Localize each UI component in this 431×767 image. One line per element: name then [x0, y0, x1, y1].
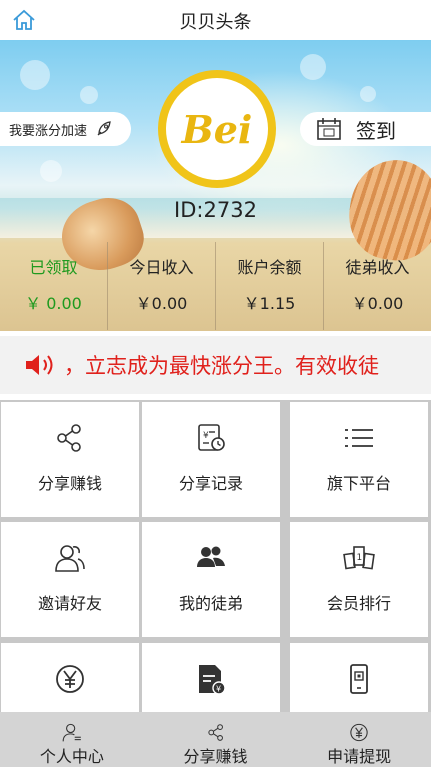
stat-value: ￥0.00	[351, 294, 404, 313]
stat-value: ￥ 0.00	[25, 294, 82, 313]
stat-label: 今日收入	[129, 258, 194, 277]
top-bar: 贝贝头条	[0, 0, 431, 40]
bokeh	[20, 60, 50, 90]
stat-label: 账户余额	[237, 258, 302, 277]
bill-icon: ¥	[199, 665, 226, 695]
menu-share-earn[interactable]: 分享赚钱	[1, 402, 139, 517]
yen-icon	[56, 665, 84, 693]
app-logo: Bei	[158, 70, 276, 188]
tab-personal-center[interactable]: 个人中心	[0, 712, 144, 767]
menu-label: 分享记录	[178, 474, 243, 493]
menu-label: 分享赚钱	[37, 474, 102, 493]
invite-icon	[55, 545, 85, 572]
calendar-icon	[317, 118, 341, 140]
record-icon: ¥	[198, 424, 225, 451]
rocket-icon	[97, 121, 111, 136]
stat-disciple-income[interactable]: 徒弟收入 ￥0.00	[324, 242, 431, 330]
menu-label: 邀请好友	[37, 594, 102, 613]
share-icon	[57, 424, 81, 452]
menu-platforms[interactable]: 旗下平台	[290, 402, 428, 517]
list-icon	[345, 429, 373, 447]
page-title: 贝贝头条	[179, 12, 252, 33]
checkin-label: 签到	[356, 118, 396, 143]
phone-qr-icon	[350, 664, 368, 694]
menu-item-9[interactable]	[290, 643, 428, 712]
announcement-bar[interactable]: ，立志成为最快涨分王。有效收徒	[0, 336, 431, 394]
stat-label: 已领取	[29, 258, 78, 277]
accelerate-label: 我要涨分加速	[9, 123, 88, 139]
tab-share-earn[interactable]: 分享赚钱	[144, 712, 288, 767]
announcement-text: ，立志成为最快涨分王。有效收徒	[64, 354, 379, 378]
menu-grid: 分享赚钱 ¥ 分享记录 旗下平台 邀请好友 我的徒弟 1 会员排行 ¥	[0, 400, 431, 712]
menu-my-disciples[interactable]: 我的徒弟	[142, 522, 280, 637]
share-icon	[207, 724, 223, 741]
menu-label: 旗下平台	[326, 474, 391, 493]
checkin-button[interactable]: 签到	[300, 112, 431, 146]
logo-text: Bei	[181, 106, 253, 152]
bokeh	[360, 86, 376, 102]
svg-text:¥: ¥	[216, 685, 221, 694]
tab-label: 申请提现	[327, 747, 392, 766]
tab-label: 分享赚钱	[183, 747, 248, 766]
user-icon	[62, 723, 81, 742]
menu-member-ranking[interactable]: 1 会员排行	[290, 522, 428, 637]
menu-share-record[interactable]: ¥ 分享记录	[142, 402, 280, 517]
stats-row: 已领取 ￥ 0.00 今日收入 ￥0.00 账户余额 ￥1.15 徒弟收入 ￥0…	[0, 242, 431, 330]
disciples-icon	[197, 546, 225, 567]
withdraw-icon	[350, 723, 368, 742]
stat-today-income[interactable]: 今日收入 ￥0.00	[108, 242, 216, 330]
tab-label: 个人中心	[39, 747, 104, 766]
hero-banner: 我要涨分加速 Bei 签到 ID:2732 已领取 ￥ 0.00 今日收入 ￥0…	[0, 40, 431, 331]
svg-text:1: 1	[357, 553, 363, 563]
stat-claimed[interactable]: 已领取 ￥ 0.00	[0, 242, 108, 330]
menu-invite-friends[interactable]: 邀请好友	[1, 522, 139, 637]
stat-balance[interactable]: 账户余额 ￥1.15	[216, 242, 324, 330]
svg-text:¥: ¥	[203, 431, 209, 441]
menu-item-8[interactable]: ¥	[142, 643, 280, 712]
menu-item-7[interactable]	[1, 643, 139, 712]
stat-value: ￥0.00	[135, 294, 188, 313]
menu-label: 会员排行	[326, 594, 391, 613]
tab-withdraw[interactable]: 申请提现	[287, 712, 431, 767]
bottom-tab-bar: 个人中心 分享赚钱 申请提现	[0, 712, 431, 767]
bokeh	[40, 160, 62, 182]
accelerate-button[interactable]: 我要涨分加速	[0, 112, 131, 146]
stat-value: ￥1.15	[243, 294, 296, 313]
ranking-icon: 1	[343, 546, 375, 570]
speaker-icon	[26, 355, 53, 375]
user-id: ID:2732	[174, 198, 257, 222]
stat-label: 徒弟收入	[345, 258, 410, 277]
bokeh	[300, 54, 326, 80]
bokeh	[80, 86, 98, 104]
menu-label: 我的徒弟	[178, 594, 243, 613]
